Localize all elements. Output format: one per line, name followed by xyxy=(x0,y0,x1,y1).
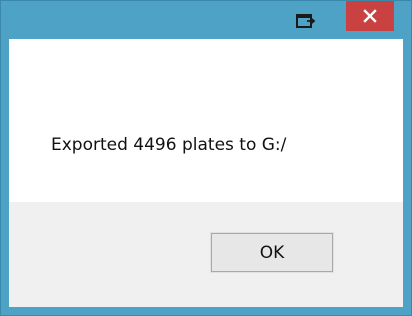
window-pin-button[interactable] xyxy=(293,11,319,31)
dialog-window: Exported 4496 plates to G:/ OK xyxy=(0,0,412,316)
close-icon xyxy=(363,9,377,23)
dialog-message: Exported 4496 plates to G:/ xyxy=(51,135,287,155)
close-button[interactable] xyxy=(346,1,394,31)
dialog-content: Exported 4496 plates to G:/ xyxy=(9,39,403,307)
title-bar[interactable] xyxy=(1,1,411,39)
window-pin-icon xyxy=(296,14,316,28)
dialog-button-area xyxy=(9,202,403,307)
ok-button[interactable]: OK xyxy=(210,232,334,273)
